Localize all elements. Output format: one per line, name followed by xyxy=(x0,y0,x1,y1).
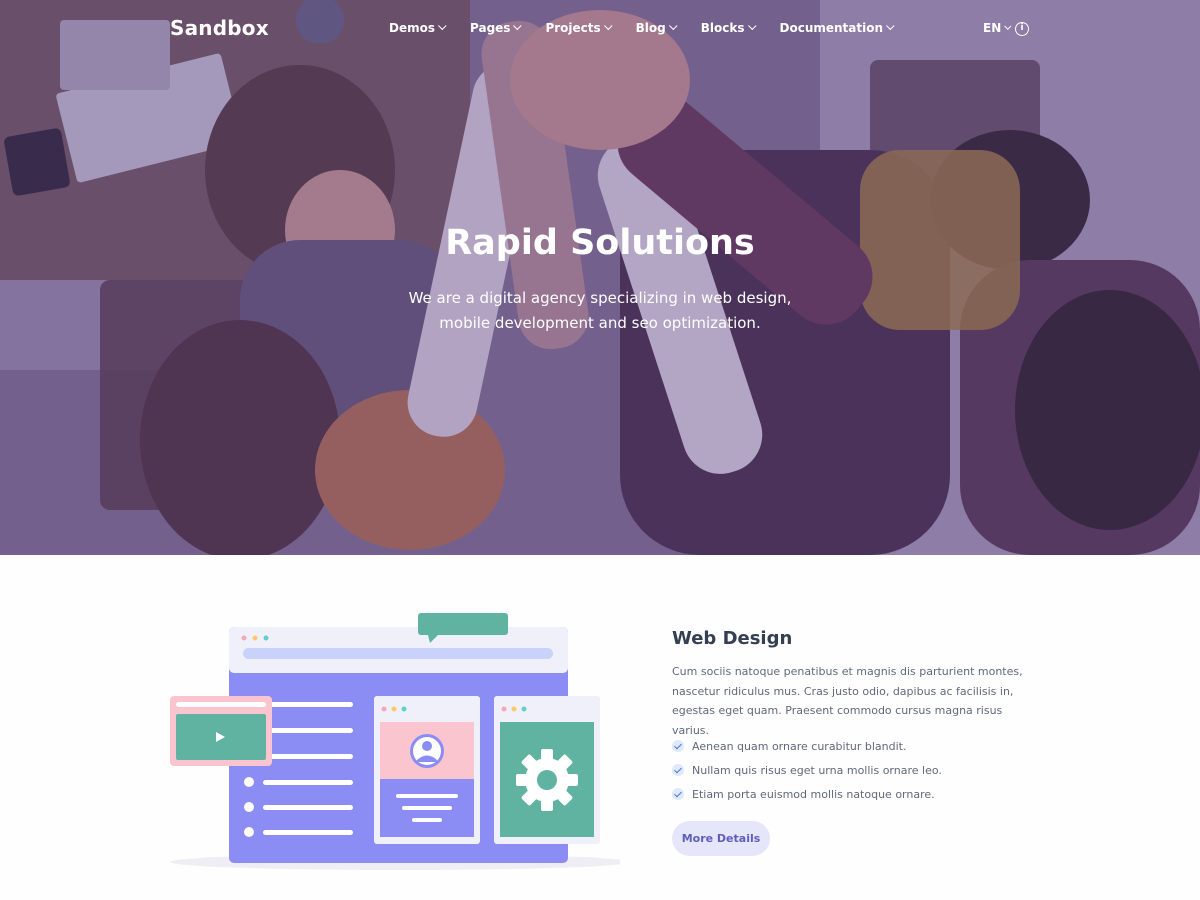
menu-item-projects[interactable]: Projects xyxy=(545,21,613,35)
checklist-text: Etiam porta euismod mollis natoque ornar… xyxy=(692,787,935,801)
check-icon xyxy=(672,788,684,800)
check-icon xyxy=(672,740,684,752)
feature-title: Web Design xyxy=(672,628,793,649)
menu-item-label: Blog xyxy=(635,21,666,35)
chevron-down-icon xyxy=(1004,22,1012,30)
list-item: Etiam porta euismod mollis natoque ornar… xyxy=(672,782,942,806)
feature-description: Cum sociis natoque penatibus et magnis d… xyxy=(672,665,1023,737)
menu-item-blocks[interactable]: Blocks xyxy=(700,21,757,35)
language-label: EN xyxy=(983,21,1002,35)
menu-item-label: Blocks xyxy=(700,21,745,35)
hero-subtitle: We are a digital agency specializing in … xyxy=(408,289,792,332)
feature-checklist: Aenean quam ornare curabitur blandit. Nu… xyxy=(672,734,942,806)
chevron-down-icon xyxy=(438,21,447,31)
hero-section: Sandbox Demos Pages Projects Blog Blocks… xyxy=(0,0,1200,555)
site-logo[interactable]: Sandbox xyxy=(170,16,269,40)
menu-item-demos[interactable]: Demos xyxy=(389,21,447,35)
menu-item-label: Documentation xyxy=(779,21,884,35)
web-design-illustration xyxy=(170,613,620,870)
language-selector[interactable]: EN xyxy=(983,21,1012,35)
menu-item-documentation[interactable]: Documentation xyxy=(780,21,895,35)
check-icon xyxy=(672,764,684,776)
info-icon[interactable]: i xyxy=(1015,22,1029,36)
menu-item-blog[interactable]: Blog xyxy=(635,21,678,35)
list-item: Aenean quam ornare curabitur blandit. xyxy=(672,734,942,758)
checklist-text: Aenean quam ornare curabitur blandit. xyxy=(692,739,907,753)
list-item: Nullam quis risus eget urna mollis ornar… xyxy=(672,758,942,782)
chevron-down-icon xyxy=(603,21,613,31)
hero-title: Rapid Solutions xyxy=(445,223,755,263)
more-details-button[interactable]: More Details xyxy=(672,821,770,856)
top-navbar: Sandbox Demos Pages Projects Blog Blocks… xyxy=(0,0,1200,60)
menu-item-label: Pages xyxy=(470,21,511,35)
main-menu: Demos Pages Projects Blog Blocks Documen… xyxy=(389,21,918,35)
chevron-down-icon xyxy=(513,21,522,31)
checklist-text: Nullam quis risus eget urna mollis ornar… xyxy=(692,763,942,777)
menu-item-label: Projects xyxy=(545,21,601,35)
chevron-down-icon xyxy=(886,21,895,31)
menu-item-pages[interactable]: Pages xyxy=(470,21,522,35)
chevron-down-icon xyxy=(747,21,757,31)
hero-overlay xyxy=(0,0,1200,555)
chevron-down-icon xyxy=(668,21,678,31)
menu-item-label: Demos xyxy=(389,21,435,35)
